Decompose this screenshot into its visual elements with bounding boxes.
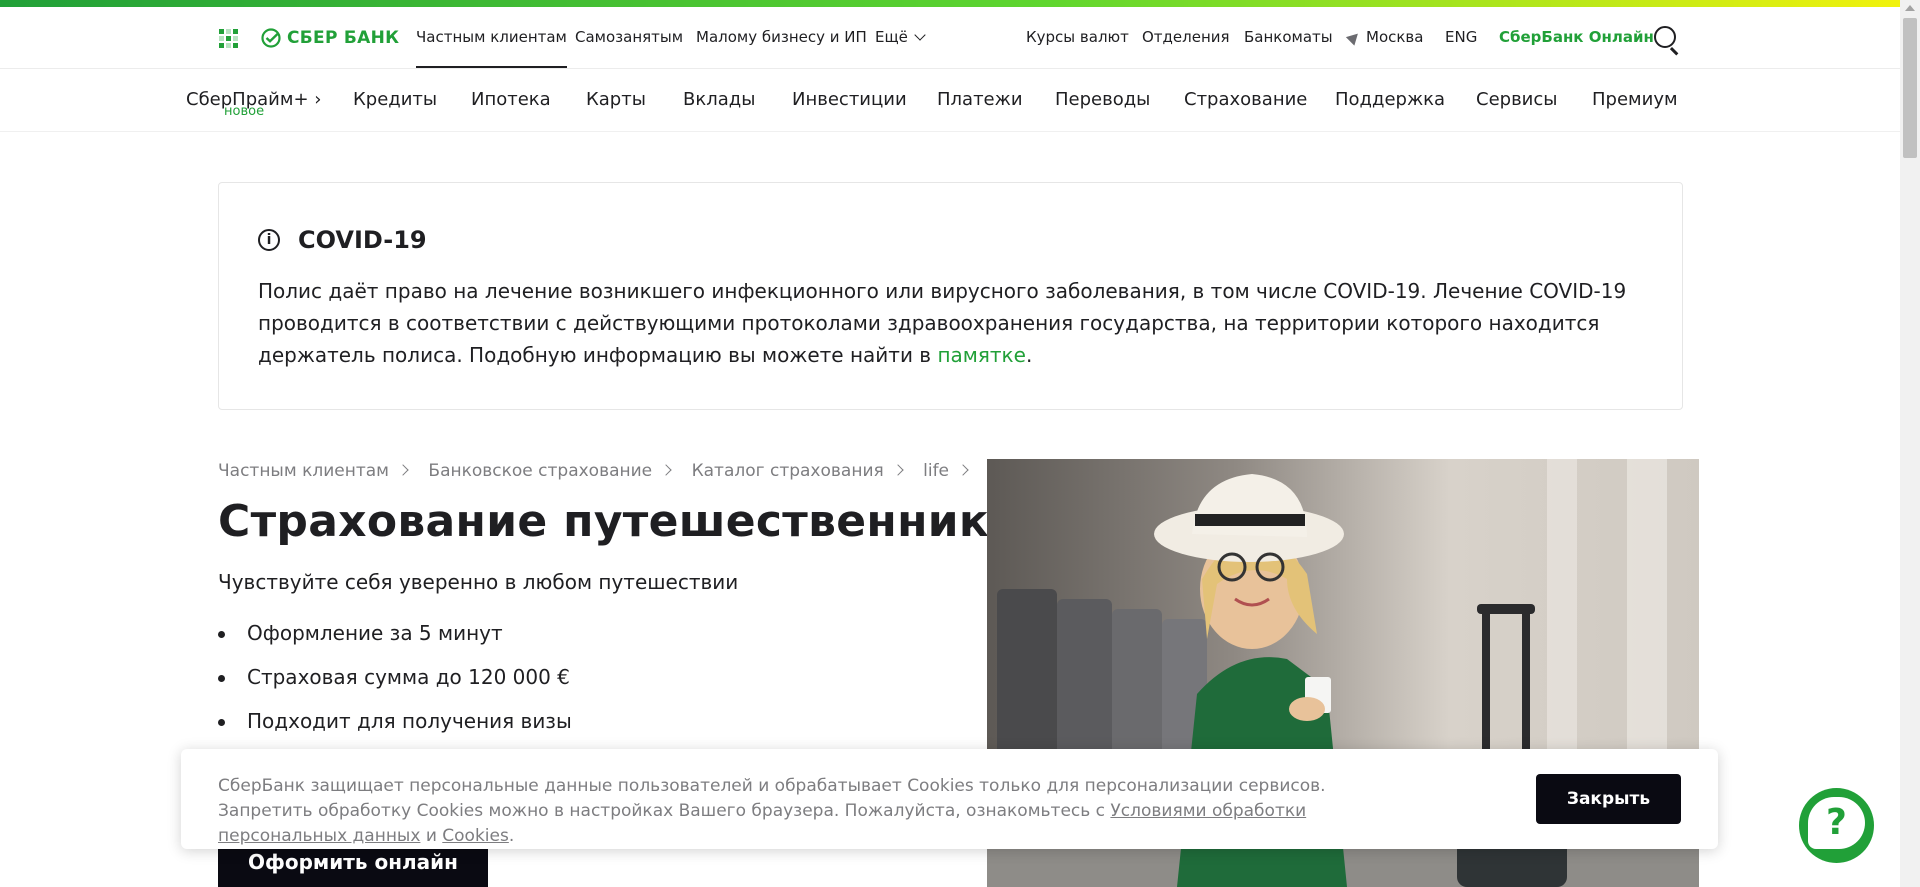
notice-text: Полис даёт право на лечение возникшего и… (258, 275, 1658, 371)
feature-item: Подходит для получения визы (218, 704, 572, 748)
nav-support[interactable]: Поддержка (1335, 89, 1445, 110)
info-icon: i (258, 229, 280, 251)
crumb-bank-insurance[interactable]: Банковское страхование (428, 461, 652, 481)
question-icon: ? (1808, 797, 1865, 849)
page-scrollbar[interactable] (1900, 0, 1920, 887)
chevron-right-icon (957, 464, 969, 476)
rates-link[interactable]: Курсы валют (1026, 7, 1129, 68)
nav-services[interactable]: Сервисы (1476, 89, 1557, 110)
nav-deposits[interactable]: Вклады (683, 89, 755, 110)
sberbank-online-link[interactable]: СберБанк Онлайн (1499, 7, 1654, 68)
chevron-right-icon (892, 464, 904, 476)
breadcrumb: Частным клиентам Банковское страхование … (218, 461, 983, 481)
cookie-banner: СберБанк защищает персональные данные по… (181, 749, 1718, 849)
nav-premium[interactable]: Премиум (1592, 89, 1678, 110)
page-subtitle: Чувствуйте себя уверенно в любом путешес… (218, 570, 739, 594)
location-arrow-icon (1345, 29, 1363, 46)
covid-notice: i COVID-19 Полис даёт право на лечение в… (218, 182, 1683, 410)
brand-gradient-bar (0, 0, 1900, 7)
utility-nav: Курсы валют Отделения Банкоматы Москва E… (0, 7, 1900, 68)
crumb-private[interactable]: Частным клиентам (218, 461, 389, 481)
atms-link[interactable]: Банкоматы (1244, 7, 1333, 68)
close-cookie-button[interactable]: Закрыть (1536, 774, 1681, 824)
cookie-end: . (508, 826, 515, 846)
memo-link[interactable]: памятке (937, 343, 1026, 367)
nav-payments[interactable]: Платежи (937, 89, 1023, 110)
search-icon[interactable] (1654, 26, 1676, 48)
nav-transfers[interactable]: Переводы (1055, 89, 1150, 110)
nav-credits[interactable]: Кредиты (353, 89, 437, 110)
notice-end: . (1025, 343, 1033, 367)
chevron-right-icon (397, 464, 409, 476)
cookie-text: СберБанк защищает персональные данные по… (218, 774, 1418, 849)
city-label: Москва (1366, 28, 1424, 46)
main-nav: СберПрайм+ › Кредиты Ипотека Карты Вклад… (0, 69, 1900, 132)
nav-cards[interactable]: Карты (586, 89, 646, 110)
branches-link[interactable]: Отделения (1142, 7, 1230, 68)
feature-item: Страховая сумма до 120 000 € (218, 660, 572, 704)
feature-item: Оформление за 5 минут (218, 616, 572, 660)
page-title: Страхование путешественников (218, 496, 1048, 547)
nav-investments[interactable]: Инвестиции (792, 89, 907, 110)
cookie-and: и (420, 826, 443, 846)
nav-mortgage[interactable]: Ипотека (471, 89, 551, 110)
city-selector[interactable]: Москва (1345, 7, 1424, 68)
chevron-right-icon (660, 464, 672, 476)
help-chat-button[interactable]: ? (1799, 788, 1874, 863)
crumb-catalog[interactable]: Каталог страхования (692, 461, 884, 481)
nav-insurance[interactable]: Страхование (1184, 89, 1307, 110)
cookies-link[interactable]: Cookies (442, 826, 509, 846)
language-switch[interactable]: ENG (1445, 7, 1477, 68)
scrollbar-thumb[interactable] (1903, 18, 1917, 158)
scroll-up-arrow-icon[interactable] (1905, 5, 1915, 11)
crumb-life[interactable]: life (923, 461, 949, 481)
new-badge: новое (224, 104, 265, 119)
notice-title: COVID-19 (298, 226, 427, 254)
feature-list: Оформление за 5 минут Страховая сумма до… (218, 616, 572, 748)
